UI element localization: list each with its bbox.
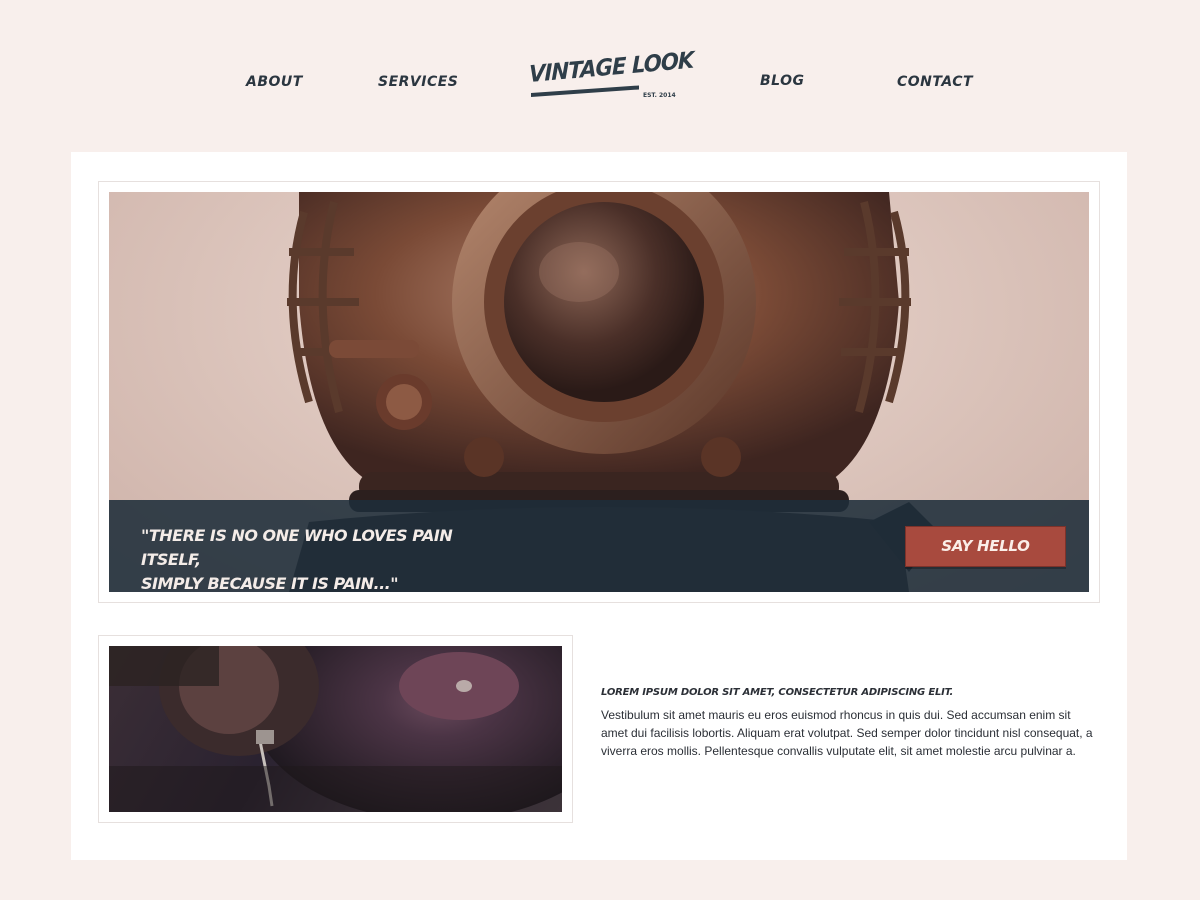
hero-quote: "There is no one who loves pain itself, … (141, 524, 471, 596)
nav-about-link[interactable]: ABOUT (246, 74, 303, 90)
hero-quote-line-1: "There is no one who loves pain itself, (141, 526, 453, 569)
hero-quote-line-2: simply because it is pain..." (141, 574, 399, 593)
nav-blog-link[interactable]: BLOG (760, 73, 805, 89)
say-hello-button[interactable]: SAY HELLO (905, 526, 1066, 567)
article-heading: Lorem ipsum dolor sit amet, consectetur … (601, 687, 954, 698)
top-navigation: ABOUT SERVICES VINTAGE LOOK EST. 2014 BL… (0, 0, 1200, 152)
logo-underline (531, 85, 639, 97)
logo-established: EST. 2014 (643, 92, 676, 99)
vintage-look-logo[interactable]: VINTAGE LOOK EST. 2014 (527, 48, 693, 110)
gramophone-illustration (109, 646, 562, 812)
article-gramophone-image (109, 646, 562, 812)
article-body: Vestibulum sit amet mauris eu eros euism… (601, 708, 1093, 758)
nav-contact-link[interactable]: CONTACT (897, 74, 973, 90)
logo-wordmark: VINTAGE LOOK (529, 47, 694, 88)
nav-services-link[interactable]: SERVICES (378, 74, 458, 90)
